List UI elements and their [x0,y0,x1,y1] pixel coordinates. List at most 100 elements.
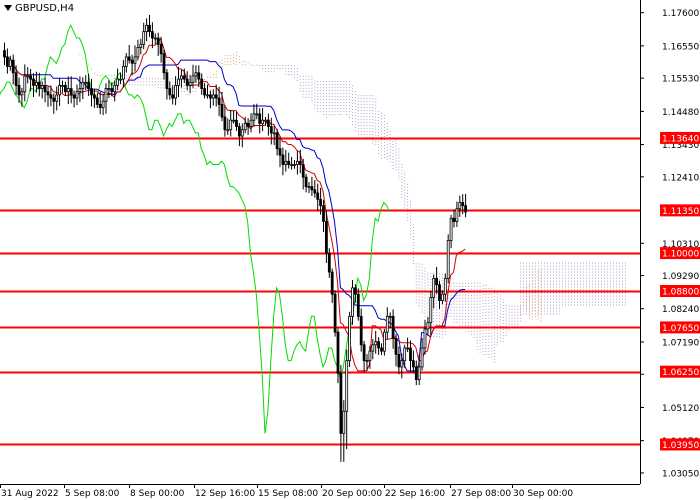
cloud-dot [607,280,608,282]
cloud-dot [613,292,614,294]
cloud-dot [328,87,330,89]
candle-body [232,119,236,122]
cloud-dot [410,212,411,214]
cloud-dot [574,304,575,306]
cloud-dot [439,330,440,332]
cloud-dot [395,151,397,153]
cloud-dot [520,305,522,307]
cloud-dot [488,335,490,337]
cloud-dot [523,283,524,285]
cloud-dot [424,276,426,278]
candle-body [46,91,50,96]
cloud-dot [407,192,409,194]
cloud-dot [372,113,374,115]
cloud-dot [589,274,590,276]
cloud-dot [577,271,578,273]
cloud-dot [625,277,626,279]
cloud-dot [436,318,438,320]
cloud-dot [386,146,388,148]
candle-body [272,132,276,135]
cloud-dot [383,127,385,129]
cloud-dot [568,262,569,264]
cloud-dot [421,263,423,265]
cloud-dot [441,283,443,285]
cloud-dot [320,102,322,104]
cloud-dot [233,60,235,62]
cloud-dot [488,356,490,358]
cloud-dot [523,289,524,291]
cloud-dot [494,340,496,342]
cloud-dot [526,283,527,285]
cloud-dot [607,295,608,297]
cloud-dot [562,286,563,288]
cloud-dot [541,298,542,300]
symbol-label[interactable]: GBPUSD,H4 [4,3,74,14]
cloud-dot [613,265,614,267]
cloud-dot [479,336,481,338]
cloud-dot [325,105,327,107]
price-chart[interactable]: GBPUSD,H4 1.176001.165501.155301.144801.… [0,0,700,500]
cloud-dot [436,294,438,296]
candle-body [313,189,317,194]
cloud-dot [556,289,557,291]
cloud-dot [485,335,487,337]
cloud-dot [346,105,348,107]
cloud-dot [337,105,339,107]
cloud-dot [453,312,455,314]
candle-body [264,119,267,122]
cloud-dot [270,71,272,73]
cloud-dot [610,286,611,288]
candle-body [385,315,389,333]
cloud-dot [473,312,475,314]
cloud-dot [547,283,548,285]
cloud-dot [604,298,605,300]
cloud-dot [465,318,467,320]
candle-body [78,88,82,93]
cloud-dot [343,108,345,110]
cloud-dot [540,317,542,319]
cloud-dot [459,297,461,299]
cloud-dot [577,265,578,267]
candle-body [69,88,73,96]
cloud-dot [389,155,391,157]
cloud-dot [528,317,530,319]
cloud-dot [227,61,229,63]
cloud-dot [473,300,475,302]
cloud-dot [238,59,240,61]
cloud-dot [375,107,377,109]
cloud-dot [392,140,394,142]
cloud-dot [619,268,620,270]
cloud-dot [622,283,623,285]
cloud-dot [294,74,295,76]
cloud-dot [465,324,467,326]
candle-body [301,164,305,178]
cloud-dot [607,271,608,273]
cloud-dot [565,274,566,276]
cloud-dot [282,68,284,70]
cloud-dot [544,310,545,312]
cloud-dot [494,331,496,333]
candle-body [293,164,296,166]
cloud-dot [96,74,98,76]
cloud-dot [346,87,348,89]
cloud-dot [328,84,330,86]
cloud-dot [215,73,217,75]
chart-window[interactable]: GBPUSD,H4 1.17600 1.16550 1.15530 1.14480 1.… [0,0,700,500]
cloud-dot [436,336,438,338]
cloud-dot [375,119,377,121]
cloud-dot [476,306,478,308]
cloud-dot [604,292,605,294]
cloud-dot [157,81,159,83]
cloud-dot [314,83,316,85]
cloud-dot [430,276,432,278]
cloud-dot [485,332,487,334]
candle-body [432,277,436,298]
cloud-dot [532,292,533,294]
candle-body [148,24,151,33]
cloud-dot [456,300,458,302]
cloud-dot [544,280,545,282]
cloud-dot [532,265,533,267]
cloud-dot [538,283,539,285]
cloud-dot [421,269,423,271]
cloud-dot [378,114,380,116]
